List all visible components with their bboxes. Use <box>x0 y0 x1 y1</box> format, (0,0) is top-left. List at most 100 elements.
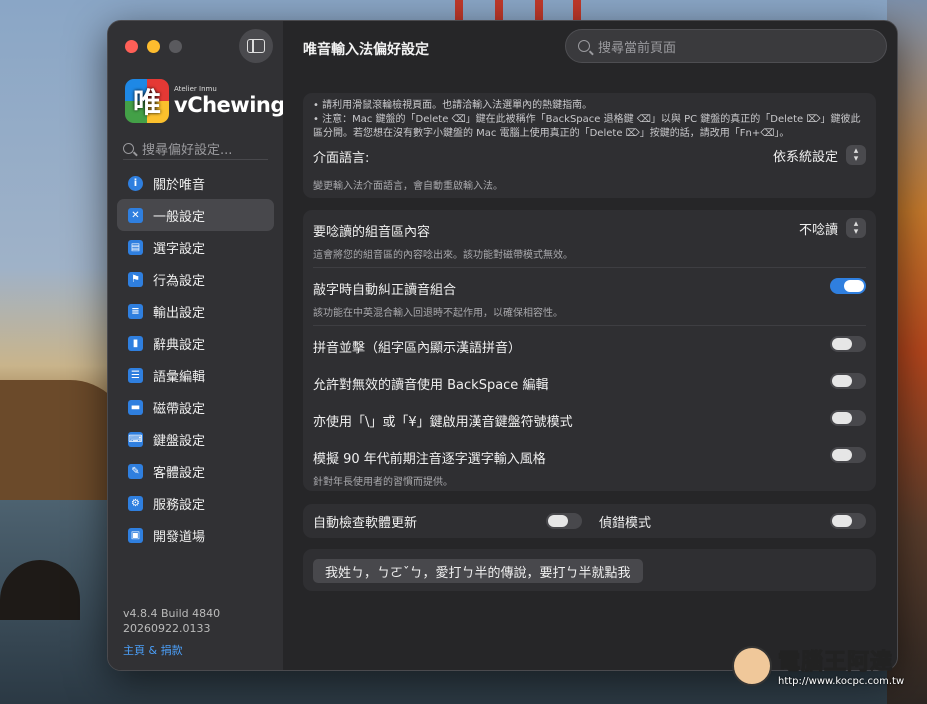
sidebar-item-11[interactable]: ▣ 開發道場 <box>117 519 274 551</box>
candidate-icon: ▤ <box>128 239 143 255</box>
tools-icon: ✕ <box>128 207 143 223</box>
build-date: 20260922.0133 <box>123 622 211 635</box>
option-row-2: 允許對無效的讀音使用 BackSpace 編輯 <box>303 363 876 400</box>
sidebar-item-4[interactable]: ≡ 輸出設定 <box>117 295 274 327</box>
auto-update-row: 自動檢查軟體更新 <box>303 504 876 531</box>
sidebar-item-label: 開發道場 <box>153 529 206 545</box>
note-line-2: • 注意：Mac 鍵盤的「Delete ⌫」鍵在此被稱作「BackSpace 退… <box>313 114 861 139</box>
keyboard-icon: ⌨ <box>128 431 143 447</box>
option-row-0: 敲字時自動糾正讀音組合該功能在中英混合輸入回退時不起作用，以確保相容性。 <box>303 268 876 325</box>
option-desc: 針對年長使用者的習慣而提供。 <box>313 477 453 488</box>
interface-language-popup[interactable]: 依系統設定 ▴ ▾ <box>773 145 866 165</box>
sidebar-item-label: 磁帶設定 <box>153 401 206 417</box>
info-icon: i <box>128 175 143 191</box>
sidebar-item-label: 關於唯音 <box>153 177 206 193</box>
watermark: 電腦王阿達 http://www.kocpc.com.tw <box>732 644 904 687</box>
options-card: 要唸讀的組音區內容 這會將您的組音區的內容唸出來。該功能對磁帶模式無效。 不唸讀… <box>303 210 876 491</box>
sidebar-item-10[interactable]: ⚙ 服務設定 <box>117 487 274 519</box>
close-button[interactable] <box>125 40 138 53</box>
option-row-3: 亦使用「\」或「¥」鍵啟用漢音鍵盤符號模式 <box>303 400 876 437</box>
sidebar-item-1[interactable]: ✕ 一般設定 <box>117 199 274 231</box>
sidebar: 唯 Atelier Inmu vChewing 搜尋偏好設定... i 關於唯音 ✕… <box>108 21 285 670</box>
option-label: 拼音並擊（組字區內顯示漢語拼音） <box>313 341 522 356</box>
option-toggle[interactable] <box>830 447 866 463</box>
sidebar-icon <box>247 39 265 53</box>
option-label: 敲字時自動糾正讀音組合 <box>313 283 457 298</box>
window-controls <box>125 40 182 53</box>
bottom-toggles-card: 自動檢查軟體更新 偵錯模式 <box>303 504 876 538</box>
auto-update-label: 自動檢查軟體更新 <box>313 516 418 531</box>
sidebar-item-label: 語彙編輯 <box>153 369 206 385</box>
general-card: • 請利用滑鼠滾輪檢視頁面。也請洽輸入法選單內的熱鍵指南。 • 注意：Mac 鍵… <box>303 93 876 198</box>
zoom-button[interactable] <box>169 40 182 53</box>
search-icon <box>578 40 590 52</box>
option-label: 亦使用「\」或「¥」鍵啟用漢音鍵盤符號模式 <box>313 415 573 430</box>
tip-card: 我姓ㄅ，ㄅㄛˇㄅ，愛打ㄅ半的傳說，要打ㄅ半就點我 <box>303 549 876 591</box>
preferences-window: 唯 Atelier Inmu vChewing 搜尋偏好設定... i 關於唯音 ✕… <box>107 20 898 671</box>
sidebar-item-label: 選字設定 <box>153 241 206 257</box>
sidebar-item-label: 鍵盤設定 <box>153 433 206 449</box>
edit-list-icon: ☰ <box>128 367 143 383</box>
sidebar-item-label: 一般設定 <box>153 209 206 225</box>
search-input[interactable]: 搜尋當前頁面 <box>565 29 887 63</box>
sidebar-item-label: 服務設定 <box>153 497 206 513</box>
option-row-4: 模擬 90 年代前期注音逐字選字輸入風格針對年長使用者的習慣而提供。 <box>303 437 876 494</box>
sidebar-item-2[interactable]: ▤ 選字設定 <box>117 231 274 263</box>
watermark-title: 電腦王阿達 <box>777 650 894 676</box>
debug-mode-label: 偵錯模式 <box>599 516 652 531</box>
sidebar-item-8[interactable]: ⌨ 鍵盤設定 <box>117 423 274 455</box>
option-row-1: 拼音並擊（組字區內顯示漢語拼音） <box>303 326 876 363</box>
option-toggle[interactable] <box>830 373 866 389</box>
sidebar-toggle-button[interactable] <box>239 29 273 63</box>
interface-language-row: 介面語言: 變更輸入法介面語言，會自動重啟輸入法。 依系統設定 ▴ ▾ <box>303 145 876 192</box>
gear-icon: ⚙ <box>128 495 143 511</box>
sidebar-item-label: 客體設定 <box>153 465 206 481</box>
interface-language-value: 依系統設定 <box>772 149 838 165</box>
tip-button[interactable]: 我姓ㄅ，ㄅㄛˇㄅ，愛打ㄅ半的傳說，要打ㄅ半就點我 <box>313 559 643 583</box>
debug-mode-toggle[interactable] <box>830 513 866 529</box>
brand-name: vChewing <box>174 93 285 117</box>
readout-label: 要唸讀的組音區內容 <box>313 225 431 240</box>
cassette-icon: ▬ <box>128 399 143 415</box>
behavior-icon: ⚑ <box>128 271 143 287</box>
book-icon: ▮ <box>128 335 143 351</box>
app-logo-char: 唯 <box>132 86 161 119</box>
option-toggle[interactable] <box>830 278 866 294</box>
sidebar-search-field[interactable]: 搜尋偏好設定... <box>123 137 268 160</box>
sidebar-item-0[interactable]: i 關於唯音 <box>117 167 274 199</box>
option-desc: 該功能在中英混合輸入回退時不起作用，以確保相容性。 <box>313 308 563 319</box>
sidebar-item-7[interactable]: ▬ 磁帶設定 <box>117 391 274 423</box>
sidebar-item-label: 輸出設定 <box>153 305 206 321</box>
readout-row: 要唸讀的組音區內容 這會將您的組音區的內容唸出來。該功能對磁帶模式無效。 不唸讀… <box>303 210 876 267</box>
usage-note: • 請利用滑鼠滾輪檢視頁面。也請洽輸入法選單內的熱鍵指南。 • 注意：Mac 鍵… <box>303 93 876 141</box>
option-label: 允許對無效的讀音使用 BackSpace 編輯 <box>313 378 549 393</box>
search-icon <box>123 142 134 154</box>
main-pane: 唯音輸入法偏好設定 搜尋當前頁面 • 請利用滑鼠滾輪檢視頁面。也請洽輸入法選單內… <box>283 21 897 670</box>
minimize-button[interactable] <box>147 40 160 53</box>
sidebar-item-5[interactable]: ▮ 辭典設定 <box>117 327 274 359</box>
watermark-url: http://www.kocpc.com.tw <box>778 676 905 687</box>
mascot-face-icon <box>732 645 772 686</box>
output-icon: ≡ <box>128 303 143 319</box>
option-toggle[interactable] <box>830 410 866 426</box>
option-toggle[interactable] <box>830 336 866 352</box>
sidebar-search-placeholder: 搜尋偏好設定... <box>142 142 233 158</box>
option-label: 模擬 90 年代前期注音逐字選字輸入風格 <box>313 452 546 467</box>
home-donate-link[interactable]: 主頁 & 捐款 <box>123 642 183 658</box>
client-icon: ✎ <box>128 463 143 479</box>
readout-popup[interactable]: 不唸讀 ▴ ▾ <box>799 218 866 238</box>
version-info: v4.8.4 Build 4840 20260922.0133 <box>123 606 220 636</box>
background-bridge <box>455 0 585 22</box>
dev-icon: ▣ <box>128 527 143 543</box>
page-title: 唯音輸入法偏好設定 <box>303 42 429 58</box>
sidebar-item-6[interactable]: ☰ 語彙編輯 <box>117 359 274 391</box>
app-logo: 唯 <box>125 79 169 123</box>
search-placeholder: 搜尋當前頁面 <box>598 40 677 56</box>
auto-update-toggle[interactable] <box>546 513 582 529</box>
sidebar-item-3[interactable]: ⚑ 行為設定 <box>117 263 274 295</box>
readout-desc: 這會將您的組音區的內容唸出來。該功能對磁帶模式無效。 <box>313 250 573 261</box>
sidebar-item-9[interactable]: ✎ 客體設定 <box>117 455 274 487</box>
sidebar-item-label: 辭典設定 <box>153 337 206 353</box>
toggle-list: 敲字時自動糾正讀音組合該功能在中英混合輸入回退時不起作用，以確保相容性。拼音並擊… <box>303 268 876 494</box>
sidebar-item-label: 行為設定 <box>153 273 206 289</box>
